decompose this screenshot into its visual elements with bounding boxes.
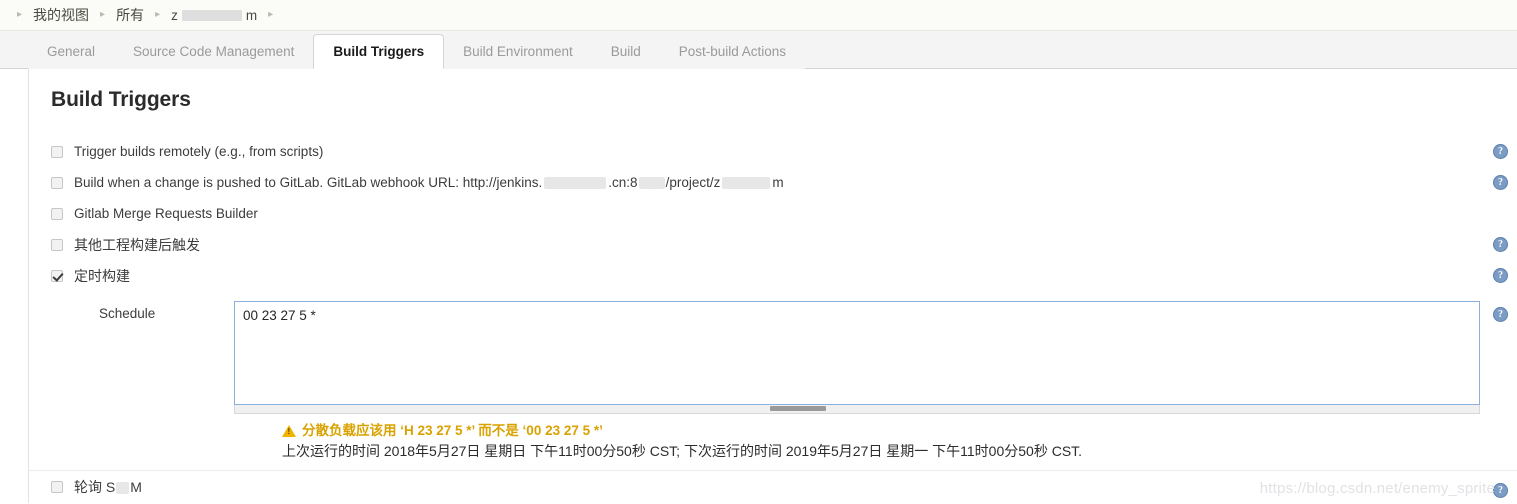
help-icon-trigger-remote[interactable]: ?: [1493, 144, 1508, 159]
help-icon-trigger-build-periodically[interactable]: ?: [1493, 268, 1508, 283]
checkbox-trigger-after-other-projects[interactable]: [51, 238, 63, 251]
breadcrumb-job-suffix: m: [245, 7, 258, 23]
help-icon-schedule[interactable]: ?: [1493, 307, 1508, 322]
trigger-label-poll-scm: 轮询 S M: [74, 477, 142, 497]
breadcrumb-separator-2: ▸: [155, 9, 161, 20]
gitlab-url-mid2: /project/z: [665, 175, 721, 190]
checkbox-trigger-remote[interactable]: [51, 145, 63, 158]
breadcrumb-separator-1: ▸: [100, 9, 106, 20]
breadcrumb-separator-3: ▸: [268, 9, 274, 20]
tab-build[interactable]: Build: [591, 34, 660, 69]
schedule-scrollbar-thumb[interactable]: [769, 406, 826, 411]
trigger-label-gitlab-merge-requests: Gitlab Merge Requests Builder: [74, 206, 258, 221]
tab-source-code-management[interactable]: Source Code Management: [114, 34, 314, 69]
redacted-block-project: [722, 177, 771, 189]
breadcrumb-item-my-views[interactable]: 我的视图: [33, 5, 89, 25]
help-icon-trigger-poll-scm[interactable]: ?: [1493, 483, 1508, 499]
gitlab-url-suffix: m: [772, 175, 784, 190]
schedule-horizontal-scrollbar[interactable]: [234, 405, 1480, 414]
config-tabbar: General Source Code Management Build Tri…: [0, 31, 1517, 69]
schedule-run-info: 上次运行的时间 2018年5月27日 星期日 下午11时00分50秒 CST; …: [282, 443, 1083, 460]
checkbox-trigger-gitlab-merge-requests[interactable]: [51, 207, 63, 220]
redacted-block-host: [544, 177, 607, 189]
poll-scm-prefix: 轮询 S: [74, 478, 116, 495]
help-icon-trigger-after-other-projects[interactable]: ?: [1493, 237, 1508, 252]
breadcrumb-item-job[interactable]: zm: [171, 8, 257, 23]
schedule-label: Schedule: [99, 306, 156, 321]
schedule-warning-text: 分散负载应该用 ‘H 23 27 5 *’ 而不是 ‘00 23 27 5 *’: [302, 423, 603, 438]
breadcrumb: ▸ 我的视图 ▸ 所有 ▸ zm ▸: [0, 0, 1517, 31]
checkbox-trigger-gitlab-push[interactable]: [51, 176, 63, 189]
trigger-label-gitlab-push: Build when a change is pushed to GitLab.…: [74, 175, 784, 190]
trigger-row-after-other-projects[interactable]: 其他工程构建后触发 ?: [29, 229, 1517, 260]
schedule-field-group: Schedule ?: [29, 301, 1517, 414]
trigger-row-build-periodically[interactable]: 定时构建 ?: [29, 260, 1517, 291]
trigger-row-remote[interactable]: Trigger builds remotely (e.g., from scri…: [29, 136, 1517, 167]
trigger-list: Trigger builds remotely (e.g., from scri…: [29, 136, 1517, 291]
help-icon-trigger-gitlab-push[interactable]: ?: [1493, 175, 1508, 190]
gitlab-url-prefix: Build when a change is pushed to GitLab.…: [74, 175, 543, 190]
trigger-label-build-periodically: 定时构建: [74, 267, 130, 284]
poll-scm-suffix: M: [130, 478, 142, 495]
warning-triangle-icon: [282, 425, 296, 438]
page-title: Build Triggers: [51, 88, 191, 111]
site-watermark: https://blog.csdn.net/enemy_sprite: [1259, 480, 1495, 497]
schedule-warning: 分散负载应该用 ‘H 23 27 5 *’ 而不是 ‘00 23 27 5 *’: [29, 423, 1517, 439]
tab-build-triggers[interactable]: Build Triggers: [313, 34, 445, 69]
breadcrumb-item-all[interactable]: 所有: [116, 5, 144, 25]
checkbox-trigger-poll-scm[interactable]: [51, 480, 63, 493]
breadcrumb-separator-0: ▸: [17, 9, 23, 20]
tab-general[interactable]: General: [28, 34, 115, 69]
checkbox-trigger-build-periodically[interactable]: [51, 269, 63, 282]
redacted-block-port: [638, 177, 665, 189]
redacted-block-scm: [116, 481, 130, 494]
trigger-label-remote: Trigger builds remotely (e.g., from scri…: [74, 144, 324, 159]
trigger-row-gitlab-merge-requests[interactable]: Gitlab Merge Requests Builder: [29, 198, 1517, 229]
schedule-input[interactable]: [234, 301, 1480, 405]
trigger-row-gitlab-push[interactable]: Build when a change is pushed to GitLab.…: [29, 167, 1517, 198]
redacted-block-job-name: [181, 9, 242, 21]
build-triggers-panel: Build Triggers Trigger builds remotely (…: [28, 69, 1517, 503]
tab-post-build-actions[interactable]: Post-build Actions: [659, 34, 806, 69]
trigger-label-after-other-projects: 其他工程构建后触发: [74, 236, 200, 253]
tab-build-environment[interactable]: Build Environment: [444, 34, 592, 69]
gitlab-url-mid: .cn:8: [608, 175, 638, 190]
breadcrumb-job-prefix: z: [171, 7, 178, 23]
